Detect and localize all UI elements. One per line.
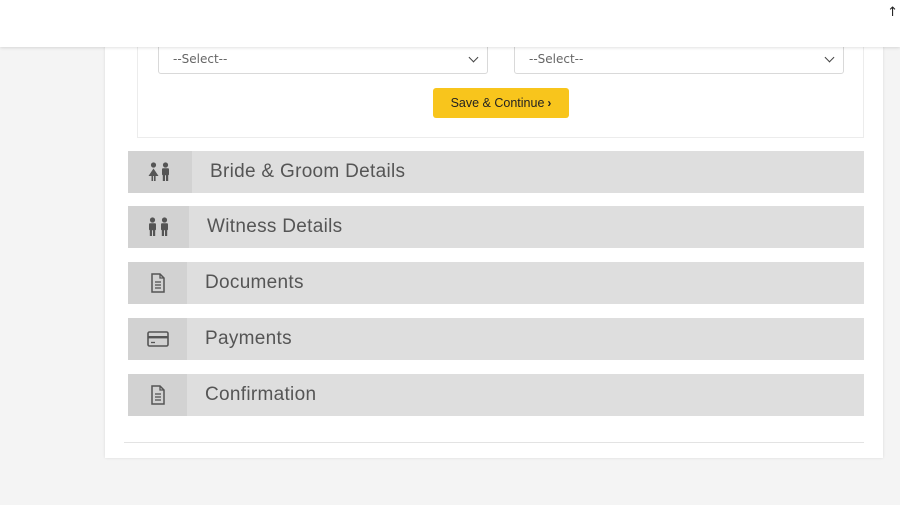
document-icon	[150, 273, 165, 293]
couple-icon	[148, 162, 169, 181]
top-header-bar: ↑	[0, 0, 900, 47]
select-dropdown-right[interactable]: --Select--	[514, 44, 844, 74]
document-icon-box	[128, 262, 187, 304]
chevron-right-icon: ›	[547, 96, 552, 110]
select-right-value: --Select--	[529, 52, 584, 66]
accordion-confirmation[interactable]: Confirmation	[128, 374, 864, 416]
select-left-value: --Select--	[173, 52, 228, 66]
people-icon	[148, 217, 168, 236]
save-continue-label: Save & Continue	[450, 96, 545, 110]
accordion-bride-groom[interactable]: Bride & Groom Details	[128, 151, 864, 193]
document-icon	[150, 385, 165, 405]
save-continue-button[interactable]: Save & Continue ›	[433, 88, 569, 118]
chevron-down-icon	[468, 52, 479, 63]
credit-card-icon	[146, 331, 169, 347]
accordion-label: Documents	[205, 272, 304, 293]
accordion-label: Bride & Groom Details	[210, 161, 406, 182]
accordion-label: Confirmation	[205, 384, 317, 405]
document-icon-box	[128, 374, 187, 416]
couple-icon-box	[128, 151, 192, 193]
form-section: --Select-- --Select-- Save & Continue ›	[137, 38, 864, 138]
top-right-glyph[interactable]: ↑	[887, 5, 898, 20]
accordion-payments[interactable]: Payments	[128, 318, 864, 360]
accordion-witness[interactable]: Witness Details	[128, 206, 864, 248]
credit-card-icon-box	[128, 318, 187, 360]
booking-card: --Select-- --Select-- Save & Continue ›	[105, 38, 883, 458]
accordion-documents[interactable]: Documents	[128, 262, 864, 304]
card-divider	[124, 442, 864, 443]
chevron-down-icon	[824, 52, 835, 63]
select-dropdown-left[interactable]: --Select--	[158, 44, 488, 74]
accordion-label: Payments	[205, 328, 292, 349]
accordion-label: Witness Details	[207, 216, 343, 237]
people-icon-box	[128, 206, 189, 248]
